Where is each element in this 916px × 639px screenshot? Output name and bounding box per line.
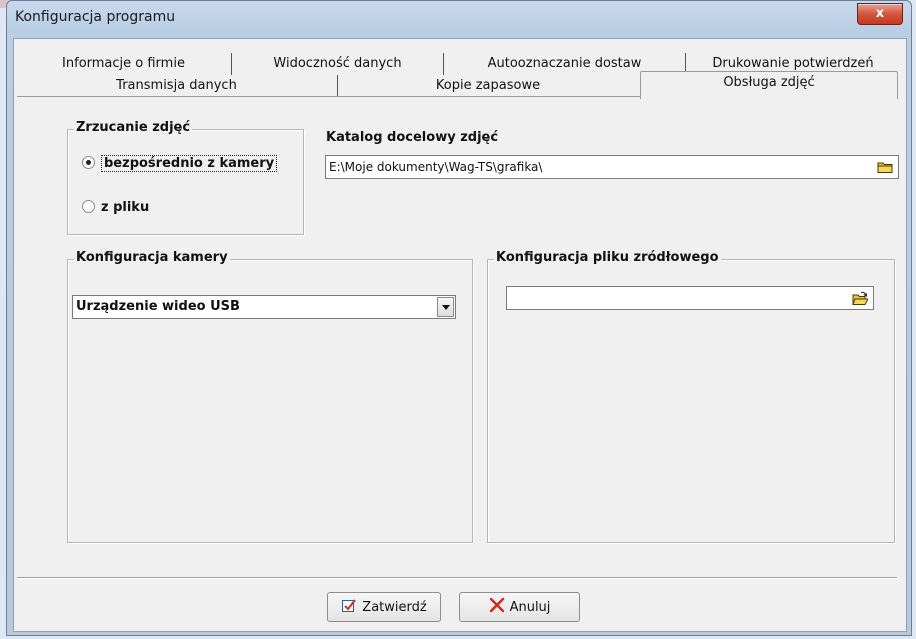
camera-device-select[interactable]: Urządzenie wideo USB (72, 295, 456, 319)
cancel-label: Anuluj (509, 599, 551, 615)
target-dir-label: Katalog docelowy zdjęć (326, 130, 499, 145)
tab-label: Obsługa zdjęć (723, 75, 815, 90)
camera-device-value: Urządzenie wideo USB (76, 299, 240, 314)
radio-from-file[interactable]: z pliku (82, 200, 149, 215)
tab-informacje-o-firmie[interactable]: Informacje o firmie (16, 53, 232, 75)
radio-selected-icon[interactable] (82, 156, 95, 169)
confirm-icon (341, 597, 357, 617)
title-bar[interactable]: Konfiguracja programu x (7, 1, 911, 37)
radio-from-camera[interactable]: bezpośrednio z kamery (82, 155, 278, 172)
target-dir-field[interactable]: E:\Moje dokumenty\Wag-TS\grafika\ (325, 155, 899, 179)
camera-config-label: Konfiguracja kamery (74, 250, 230, 265)
photo-source-group: Zrzucanie zdjęć bezpośrednio z kamery z … (67, 120, 304, 235)
cancel-x-icon (489, 597, 505, 617)
tab-obsluga-zdjec[interactable]: Obsługa zdjęć (640, 71, 898, 99)
chevron-down-icon[interactable] (437, 297, 454, 317)
close-button[interactable]: x (857, 3, 903, 25)
dialog-window: Konfiguracja programu x Informacje o fir… (6, 0, 912, 636)
tab-label: Autooznaczanie dostaw (487, 56, 642, 71)
tab-label: Widoczność danych (273, 56, 402, 71)
window-title: Konfiguracja programu (15, 9, 176, 25)
tab-widocznosc-danych[interactable]: Widoczność danych (232, 53, 444, 75)
camera-config-group: Konfiguracja kamery Urządzenie wideo USB (67, 250, 473, 543)
button-bar-separator (17, 577, 897, 579)
tab-row-bottom: Transmisja danych Kopie zapasowe Obsługa… (14, 71, 900, 99)
folder-icon[interactable] (875, 158, 895, 176)
cancel-button[interactable]: Anuluj (459, 592, 580, 622)
radio-label: z pliku (101, 200, 150, 215)
source-file-field[interactable] (506, 286, 874, 310)
tab-label: Transmisja danych (116, 78, 237, 93)
tab-page-obsluga-zdjec: Zrzucanie zdjęć bezpośrednio z kamery z … (17, 97, 899, 567)
radio-unselected-icon[interactable] (82, 200, 95, 213)
confirm-label: Zatwierdź (362, 599, 427, 615)
source-file-config-label: Konfiguracja pliku zródłowego (494, 250, 721, 265)
close-icon: x (875, 6, 885, 21)
tab-transmisja-danych[interactable]: Transmisja danych (16, 75, 338, 97)
source-file-config-group: Konfiguracja pliku zródłowego (487, 250, 895, 543)
tab-label: Informacje o firmie (62, 56, 185, 71)
dialog-client-area: Informacje o firmie Widoczność danych Au… (13, 38, 907, 632)
confirm-button[interactable]: Zatwierdź (327, 592, 441, 622)
photo-source-label: Zrzucanie zdjęć (74, 120, 193, 135)
tab-kopie-zapasowe[interactable]: Kopie zapasowe (338, 75, 638, 97)
radio-label: bezpośrednio z kamery (101, 155, 278, 172)
folder-open-icon[interactable] (850, 289, 870, 307)
target-dir-value: E:\Moje dokumenty\Wag-TS\grafika\ (329, 160, 543, 174)
tab-label: Drukowanie potwierdzeń (712, 56, 874, 71)
tab-label: Kopie zapasowe (435, 78, 541, 93)
